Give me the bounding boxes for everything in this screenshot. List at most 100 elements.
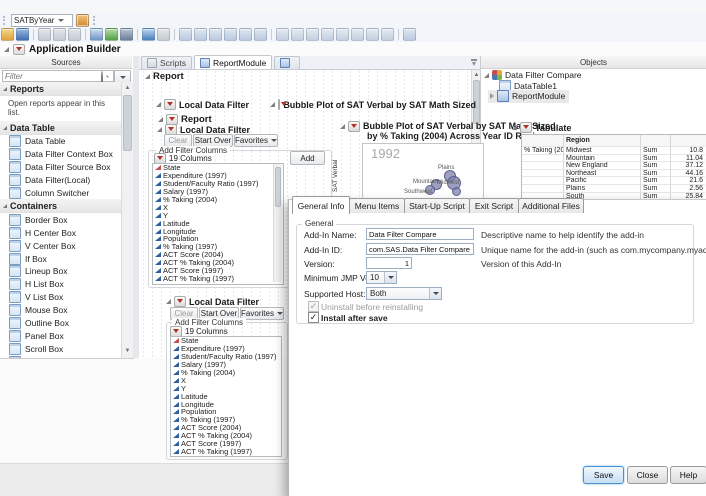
sources-scrollbar[interactable]: ▲ ▼ (121, 82, 133, 358)
sources-entry[interactable]: V List Box (0, 291, 121, 304)
column-type-icon (173, 386, 179, 391)
save-button[interactable]: Save (583, 466, 624, 484)
sources-entry[interactable]: Panel Box (0, 329, 121, 342)
supported-host-select[interactable]: Both (366, 287, 442, 300)
filter-columns-list[interactable]: State Expenditure (1997) Student/Faculty… (152, 163, 284, 285)
help-button[interactable]: Help (670, 466, 706, 484)
addin-id-input[interactable] (366, 243, 474, 255)
tree-item-reportmodule[interactable]: ReportModule (488, 90, 569, 103)
canvas-ldf-outline[interactable]: Local Data Filter (156, 99, 249, 110)
bubble-marker[interactable] (452, 187, 461, 196)
tabulate-row-label (522, 162, 564, 170)
disclosure-triangle-icon (166, 299, 171, 304)
ldf-outline-label: Local Data Filter (180, 125, 250, 135)
source-item-icon (9, 161, 21, 173)
tabulate-stat-cell: Sum (641, 185, 671, 193)
filter-columns-list[interactable]: State Expenditure (1997) Student/Faculty… (170, 336, 282, 457)
scroll-up-icon[interactable]: ▲ (122, 84, 133, 92)
sources-entry[interactable]: Sheet Panel Box (0, 355, 121, 358)
install-checkbox[interactable]: ✓ (308, 312, 319, 323)
scrollbar-thumb[interactable] (275, 167, 281, 207)
dialog-tab[interactable]: Start-Up Script (404, 198, 470, 213)
canvas-bubble-outline[interactable]: Bubble Plot of SAT Verbal by SAT Math Si… (270, 99, 476, 110)
save-icon (16, 28, 29, 41)
source-entry-label: Containers (10, 201, 57, 211)
preset-combo[interactable]: SATByYear (11, 14, 73, 27)
tabulate-row[interactable]: Mountain Sum 11.04 (522, 155, 706, 163)
columns-list-scrollbar[interactable] (273, 164, 282, 282)
tabulate-row[interactable]: Pacific Sum 21.6 (522, 177, 706, 185)
disclosure-triangle-icon[interactable] (4, 47, 9, 52)
column-type-icon (155, 205, 161, 210)
sources-entry[interactable]: V Center Box (0, 239, 121, 252)
tabulate-outline[interactable]: Tabulate (512, 122, 571, 133)
source-item-icon (9, 278, 21, 290)
dialog-tab[interactable]: Exit Script (469, 198, 519, 213)
column-type-icon (173, 370, 179, 375)
scroll-down-icon[interactable]: ▼ (122, 347, 133, 355)
column-type-icon (155, 260, 161, 265)
close-button[interactable]: Close (627, 466, 668, 484)
filter-column-row[interactable]: ACT % Taking (1997) (153, 274, 283, 282)
source-item-icon (9, 317, 21, 329)
sources-entry[interactable]: Scroll Box (0, 342, 121, 355)
sources-entry[interactable]: Reports (0, 82, 121, 96)
sources-entry[interactable]: H Center Box (0, 226, 121, 239)
canvas-report-outline-label: Report (153, 71, 184, 82)
toolbar-icon (239, 28, 252, 41)
filter-column-row[interactable]: % Taking (2004) (153, 196, 283, 204)
tab-scripts[interactable]: Scripts (141, 56, 192, 69)
sources-entry[interactable]: H List Box (0, 278, 121, 291)
menu-bar (0, 0, 706, 14)
version-input[interactable] (366, 257, 412, 269)
uninstall-checkbox[interactable]: ✓ (308, 301, 319, 312)
sources-entry[interactable]: Outline Box (0, 317, 121, 330)
sources-entry[interactable]: Data Filter Context Box (0, 148, 121, 161)
sources-entry[interactable]: Data Filter Source Box (0, 161, 121, 174)
addin-icon (492, 70, 502, 80)
add-button[interactable]: Add (290, 151, 325, 165)
sources-entry[interactable]: Data Table (0, 121, 121, 135)
tree-item-addin[interactable]: Data Filter Compare (484, 70, 582, 80)
tabulate-row[interactable]: Northeast Sum 44.16 (522, 170, 706, 178)
sources-entry[interactable]: Border Box (0, 213, 121, 226)
tabulate-row[interactable]: Plains Sum 2.56 (522, 185, 706, 193)
source-entry-label: V List Box (25, 292, 63, 302)
tabulate-row[interactable]: New England Sum 37.12 (522, 162, 706, 170)
sources-entry[interactable]: If Box (0, 252, 121, 265)
sources-entry[interactable]: Lineup Box (0, 265, 121, 278)
addin-name-input[interactable] (366, 228, 474, 240)
dialog-tab[interactable]: General Info (292, 196, 350, 214)
sources-filter-input[interactable] (2, 70, 114, 82)
toolbar-grip[interactable] (3, 16, 8, 25)
source-item-icon (9, 135, 21, 147)
dialog-tab[interactable]: Additional Files (518, 198, 584, 213)
customize-toolbar-icon[interactable] (76, 14, 89, 27)
scrollbar-thumb[interactable] (123, 95, 132, 151)
toolbar-icon (351, 28, 364, 41)
favorites-button[interactable]: Favorites (240, 307, 284, 320)
column-type-icon (155, 189, 161, 194)
tab-new-module[interactable] (274, 56, 300, 69)
dialog-tab[interactable]: Menu Items (349, 198, 405, 213)
sources-entry[interactable]: Column Switcher (0, 187, 121, 200)
sources-entry[interactable]: Mouse Box (0, 304, 121, 317)
tabulate-region-cell: New England (564, 162, 641, 170)
filter-column-row[interactable]: ACT % Taking (1997) (171, 447, 281, 455)
favorites-button[interactable]: Favorites (234, 134, 278, 147)
tab-scripts-label: Scripts (160, 58, 186, 68)
sources-entry[interactable]: Open reports appear in this list. (0, 96, 121, 121)
filter-column-row[interactable]: % Taking (2004) (171, 369, 281, 377)
ldf2-outline[interactable]: Local Data Filter (166, 296, 259, 307)
sources-entry[interactable]: Data Table (0, 135, 121, 148)
source-entry-label: Data Table (25, 136, 65, 146)
red-triangle-menu-icon[interactable] (13, 44, 25, 55)
tab-report-module[interactable]: ReportModule (194, 55, 272, 69)
sources-entry[interactable]: Containers (0, 199, 121, 213)
canvas-report-outline[interactable]: Report (145, 71, 184, 82)
tabulate-row[interactable]: % Taking (2004) Midwest Sum 10.8 (522, 147, 706, 155)
sources-entry[interactable]: Data Filter(Local) (0, 174, 121, 187)
filter-column-row[interactable]: X (171, 376, 281, 384)
jmp-version-select[interactable]: 10 (366, 271, 397, 284)
filter-column-row[interactable]: X (153, 203, 283, 211)
